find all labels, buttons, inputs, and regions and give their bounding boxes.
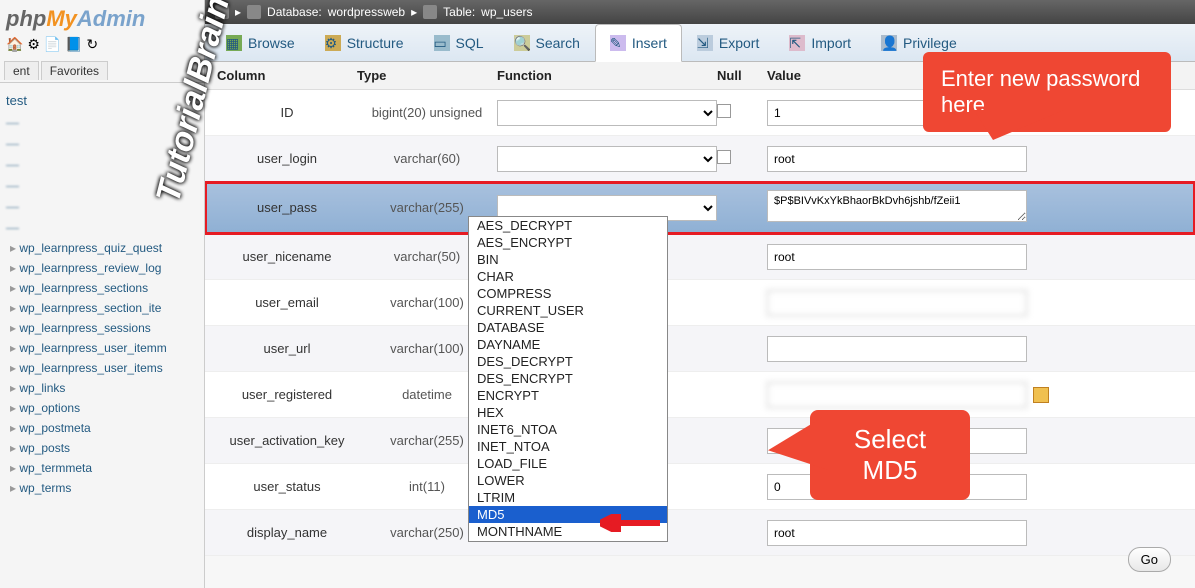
dropdown-option[interactable]: COMPRESS bbox=[469, 285, 667, 302]
null-checkbox[interactable] bbox=[717, 104, 731, 118]
table-node[interactable]: wp_posts bbox=[4, 438, 200, 458]
tab-import[interactable]: ⇱Import bbox=[774, 24, 866, 61]
field-row-user_url: user_urlvarchar(100) bbox=[205, 326, 1195, 372]
dropdown-option[interactable]: CURRENT_USER bbox=[469, 302, 667, 319]
column-name: user_email bbox=[217, 295, 357, 310]
field-row-user_nicename: user_nicenamevarchar(50) bbox=[205, 234, 1195, 280]
column-name: user_url bbox=[217, 341, 357, 356]
dropdown-option[interactable]: DES_ENCRYPT bbox=[469, 370, 667, 387]
dropdown-option[interactable]: LOAD_FILE bbox=[469, 455, 667, 472]
dropdown-option[interactable]: AES_ENCRYPT bbox=[469, 234, 667, 251]
column-name: ID bbox=[217, 105, 357, 120]
table-node[interactable]: wp_links bbox=[4, 378, 200, 398]
value-input[interactable] bbox=[767, 520, 1027, 546]
table-node[interactable]: wp_learnpress_user_items bbox=[4, 358, 200, 378]
field-row-user_email: user_emailvarchar(100) bbox=[205, 280, 1195, 326]
tab-recent[interactable]: ent bbox=[4, 61, 39, 80]
table-node[interactable]: wp_learnpress_section_ite bbox=[4, 298, 200, 318]
table-node[interactable]: wp_learnpress_quiz_quest bbox=[4, 238, 200, 258]
table-icon[interactable] bbox=[423, 5, 437, 19]
dropdown-option[interactable]: DAYNAME bbox=[469, 336, 667, 353]
table-node[interactable]: wp_learnpress_review_log bbox=[4, 258, 200, 278]
tab-sql[interactable]: ▭SQL bbox=[419, 24, 499, 61]
column-type: bigint(20) unsigned bbox=[357, 105, 497, 120]
dropdown-option[interactable]: DES_DECRYPT bbox=[469, 353, 667, 370]
dropdown-option[interactable]: LTRIM bbox=[469, 489, 667, 506]
red-arrow-icon bbox=[600, 514, 660, 532]
server-icon[interactable] bbox=[215, 5, 229, 19]
column-name: user_activation_key bbox=[217, 433, 357, 448]
table-node[interactable]: wp_learnpress_sessions bbox=[4, 318, 200, 338]
logo-icons[interactable]: 🏠 ⚙ 📄 📘 ↻ bbox=[0, 34, 204, 55]
callout-md5: SelectMD5 bbox=[810, 410, 970, 500]
table-node[interactable]: wp_postmeta bbox=[4, 418, 200, 438]
breadcrumb-table[interactable]: wp_users bbox=[481, 5, 532, 19]
table-node[interactable]: wp_learnpress_user_itemm bbox=[4, 338, 200, 358]
function-dropdown-open[interactable]: AES_DECRYPTAES_ENCRYPTBINCHARCOMPRESSCUR… bbox=[468, 216, 668, 542]
dropdown-option[interactable]: ENCRYPT bbox=[469, 387, 667, 404]
breadcrumb-db[interactable]: wordpressweb bbox=[328, 5, 405, 19]
value-input[interactable] bbox=[767, 290, 1027, 316]
tab-search[interactable]: 🔍Search bbox=[499, 24, 595, 61]
value-input[interactable] bbox=[767, 190, 1027, 222]
tab-export[interactable]: ⇲Export bbox=[682, 24, 774, 61]
dropdown-option[interactable]: INET_NTOA bbox=[469, 438, 667, 455]
tab-favorites[interactable]: Favorites bbox=[41, 61, 108, 80]
field-row-user_status: user_statusint(11) bbox=[205, 464, 1195, 510]
dropdown-option[interactable]: AES_DECRYPT bbox=[469, 217, 667, 234]
db-tree: test — — — — — — wp_learnpress_quiz_ques… bbox=[0, 83, 204, 504]
dropdown-option[interactable]: LOWER bbox=[469, 472, 667, 489]
calendar-icon[interactable] bbox=[1033, 387, 1049, 403]
sidebar: phpMyAdmin 🏠 ⚙ 📄 📘 ↻ ent Favorites test … bbox=[0, 0, 205, 588]
dropdown-option[interactable]: INET6_NTOA bbox=[469, 421, 667, 438]
side-tabs: ent Favorites bbox=[0, 59, 204, 83]
tab-structure[interactable]: ⚙Structure bbox=[310, 24, 419, 61]
logo: phpMyAdmin bbox=[0, 4, 204, 34]
column-type: varchar(60) bbox=[357, 151, 497, 166]
value-input[interactable] bbox=[767, 382, 1027, 408]
tab-browse[interactable]: ▦Browse bbox=[211, 24, 310, 61]
table-node[interactable]: wp_termmeta bbox=[4, 458, 200, 478]
go-button[interactable]: Go bbox=[1128, 547, 1171, 572]
column-name: user_status bbox=[217, 479, 357, 494]
column-name: user_login bbox=[217, 151, 357, 166]
breadcrumb: ▸ Database: wordpressweb ▸ Table: wp_use… bbox=[205, 0, 1195, 24]
column-name: user_pass bbox=[217, 200, 357, 215]
callout-password: Enter new password here bbox=[923, 52, 1171, 132]
table-node[interactable]: wp_terms bbox=[4, 478, 200, 498]
db-icon[interactable] bbox=[247, 5, 261, 19]
field-row-display_name: display_namevarchar(250) bbox=[205, 510, 1195, 556]
field-row-user_activation_key: user_activation_keyvarchar(255) bbox=[205, 418, 1195, 464]
null-checkbox[interactable] bbox=[717, 150, 731, 164]
field-row-user_pass: user_passvarchar(255) bbox=[205, 182, 1195, 234]
dropdown-option[interactable]: BIN bbox=[469, 251, 667, 268]
function-select[interactable] bbox=[497, 100, 717, 126]
column-name: user_registered bbox=[217, 387, 357, 402]
value-input[interactable] bbox=[767, 244, 1027, 270]
dropdown-option[interactable]: CHAR bbox=[469, 268, 667, 285]
value-input[interactable] bbox=[767, 336, 1027, 362]
dropdown-option[interactable]: HEX bbox=[469, 404, 667, 421]
table-node[interactable]: wp_options bbox=[4, 398, 200, 418]
function-select[interactable] bbox=[497, 146, 717, 172]
dropdown-option[interactable]: DATABASE bbox=[469, 319, 667, 336]
table-node[interactable]: wp_learnpress_sections bbox=[4, 278, 200, 298]
column-name: display_name bbox=[217, 525, 357, 540]
field-row-user_registered: user_registereddatetime bbox=[205, 372, 1195, 418]
tab-insert[interactable]: ✎Insert bbox=[595, 24, 682, 62]
column-type: varchar(255) bbox=[357, 200, 497, 215]
column-name: user_nicename bbox=[217, 249, 357, 264]
db-node[interactable]: test bbox=[4, 89, 200, 112]
